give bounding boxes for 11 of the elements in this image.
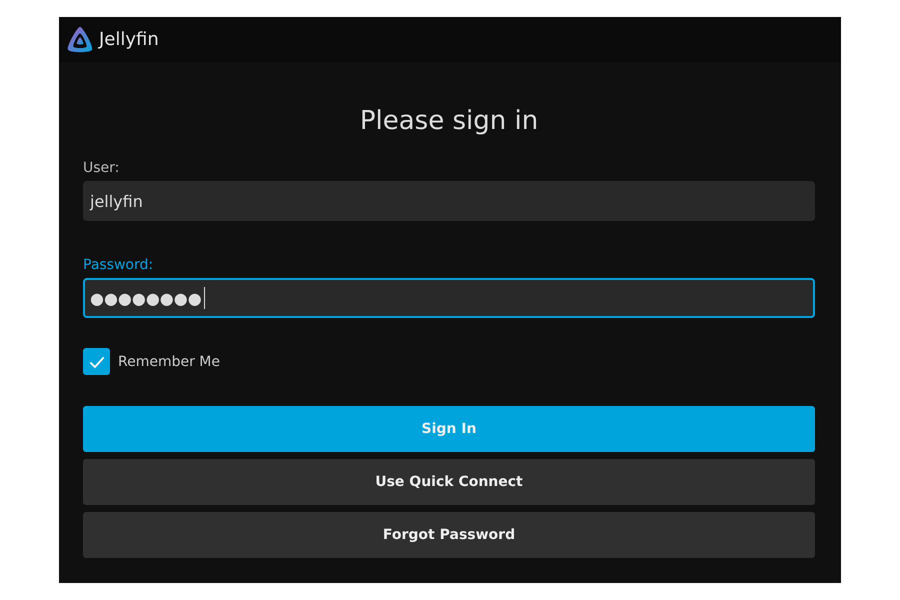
field-label: User:: [83, 160, 120, 176]
logo-icon: [65, 24, 95, 54]
checkbox-label: Remember Me: [118, 354, 220, 370]
checkbox[interactable]: [83, 348, 110, 375]
input-field[interactable]: jellyfin: [83, 181, 815, 221]
action-button[interactable]: Use Quick Connect: [83, 459, 815, 505]
page-title: Please sign in: [358, 105, 540, 138]
app-name: Jellyfin: [99, 29, 159, 50]
action-button[interactable]: Forgot Password: [83, 512, 815, 558]
input-field[interactable]: ●●●●●●●●: [83, 278, 815, 318]
field-label: Password:: [83, 257, 154, 273]
